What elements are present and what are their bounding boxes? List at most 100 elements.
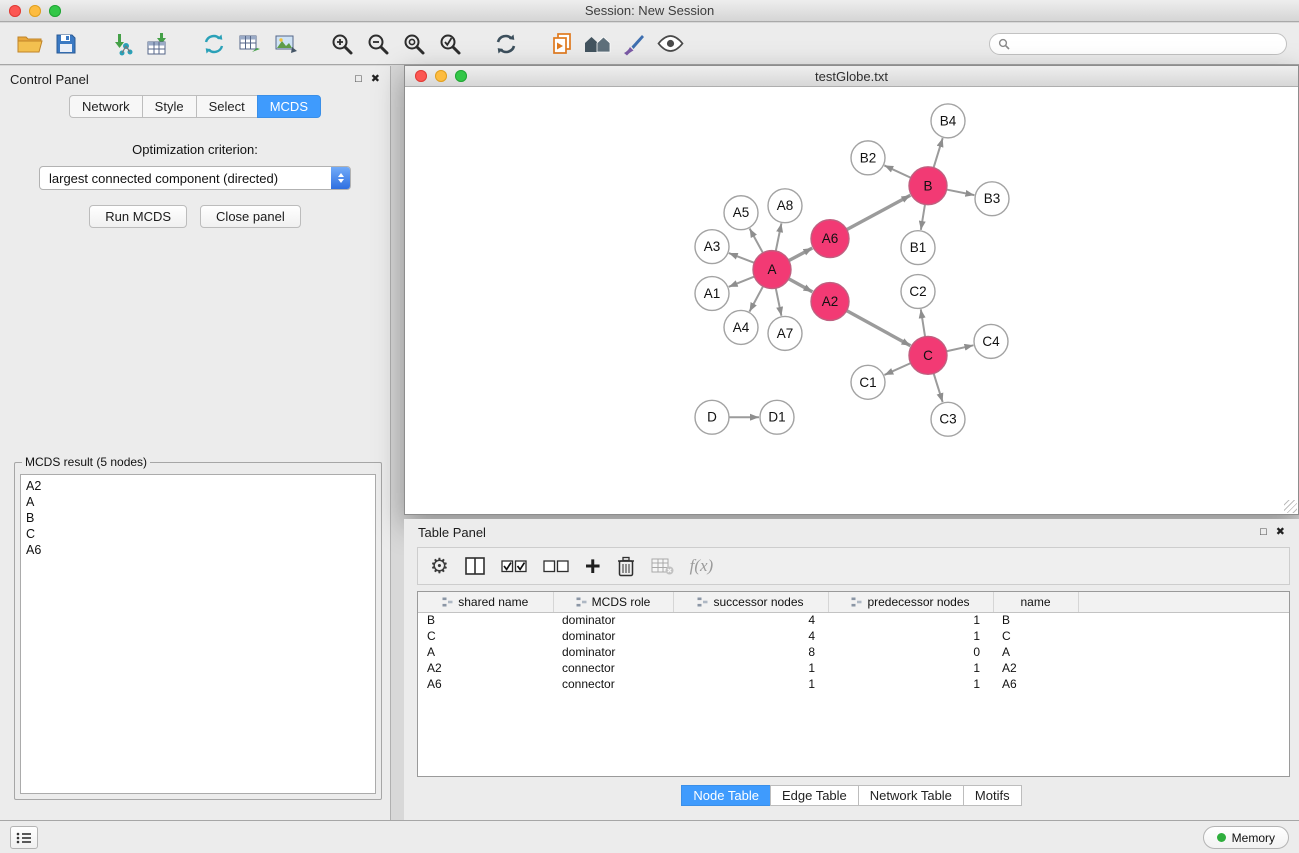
table-row[interactable]: Bdominator41B (418, 612, 1289, 628)
unchecked-boxes-icon (543, 560, 569, 573)
column-header-predecessor-nodes[interactable]: predecessor nodes (828, 592, 993, 612)
open-session-button[interactable] (12, 27, 48, 61)
zoom-selected-button[interactable] (432, 27, 468, 61)
zoom-fit-icon (402, 32, 426, 56)
table-mode-button[interactable]: ⚙ (430, 551, 449, 581)
window-titlebar: Session: New Session (0, 0, 1299, 22)
graph-edge-C-C4[interactable] (947, 345, 974, 351)
graph-edge-C-C1[interactable] (884, 363, 910, 375)
save-session-button[interactable] (48, 27, 84, 61)
tab-mcds[interactable]: MCDS (257, 95, 321, 118)
apply-layout-button[interactable] (488, 27, 524, 61)
manage-networks-button[interactable] (544, 27, 580, 61)
zoom-in-button[interactable] (324, 27, 360, 61)
network-canvas[interactable]: AA1A2A3A4A5A6A7A8BB1B2B3B4CC1C2C3C4DD1 (405, 87, 1298, 514)
graph-edge-A-A2[interactable] (789, 279, 813, 292)
node-table-container[interactable]: shared name MCDS role successor nodes pr… (417, 591, 1290, 777)
graph-edge-C-C3[interactable] (934, 373, 943, 402)
graph-edge-B-B2[interactable] (884, 165, 910, 177)
graph-edge-B-B3[interactable] (947, 190, 975, 196)
graph-edge-A6-B[interactable] (847, 195, 911, 229)
graph-edge-A2-C[interactable] (847, 311, 911, 346)
import-network-button[interactable] (104, 27, 140, 61)
resize-grip[interactable] (1284, 500, 1297, 513)
tab-style[interactable]: Style (142, 95, 196, 118)
run-mcds-button[interactable]: Run MCDS (89, 205, 187, 228)
list-item[interactable]: A6 (26, 542, 370, 558)
search-icon (998, 38, 1010, 50)
column-chooser-button[interactable] (465, 551, 485, 581)
table-row[interactable]: A6connector11A6 (418, 676, 1289, 692)
close-table-panel-icon[interactable]: ✖ (1276, 527, 1285, 538)
memory-status-icon (1217, 833, 1226, 842)
function-builder-button[interactable]: f(x) (690, 551, 714, 581)
tab-network[interactable]: Network (69, 95, 142, 118)
list-item[interactable]: C (26, 526, 370, 542)
network-graph[interactable]: AA1A2A3A4A5A6A7A8BB1B2B3B4CC1C2C3C4DD1 (405, 87, 1298, 514)
column-header-shared-name[interactable]: shared name (418, 592, 553, 612)
add-column-button[interactable]: + (585, 551, 601, 581)
list-icon (16, 831, 32, 845)
memory-label: Memory (1232, 831, 1275, 845)
graph-edge-A-A7[interactable] (776, 288, 782, 316)
import-table-button[interactable] (140, 27, 176, 61)
graph-edge-B-B4[interactable] (934, 138, 943, 168)
graph-edge-A-A8[interactable] (776, 223, 782, 251)
optimization-criterion-select[interactable]: largest connected component (directed) (39, 166, 351, 190)
network-window-titlebar[interactable]: testGlobe.txt (405, 66, 1298, 87)
export-table-button[interactable] (232, 27, 268, 61)
search-input[interactable] (1015, 37, 1278, 51)
column-header-mcds-role[interactable]: MCDS role (553, 592, 673, 612)
tree-icon (442, 597, 453, 607)
tab-edge-table[interactable]: Edge Table (770, 785, 858, 806)
graph-edge-C-C2[interactable] (921, 309, 925, 336)
column-header-empty (1078, 592, 1289, 612)
close-panel-button[interactable]: Close panel (200, 205, 301, 228)
eye-icon (657, 35, 684, 52)
node-table: shared name MCDS role successor nodes pr… (418, 592, 1289, 692)
task-history-button[interactable] (10, 826, 38, 849)
graph-edge-A-A3[interactable] (729, 253, 754, 263)
table-row[interactable]: Adominator80A (418, 644, 1289, 660)
graph-edge-A-A5[interactable] (750, 228, 763, 252)
mcds-result-list[interactable]: A2 A B C A6 (20, 474, 376, 794)
delete-table-button[interactable] (651, 551, 674, 581)
curved-arrows-icon (202, 32, 226, 56)
table-panel: Table Panel □ ✖ ⚙ + f(x) shared name MCD… (404, 519, 1299, 820)
checked-boxes-icon (501, 560, 527, 573)
export-image-button[interactable] (268, 27, 304, 61)
network-overview-button[interactable] (580, 27, 616, 61)
table-header-row: shared name MCDS role successor nodes pr… (418, 592, 1289, 612)
zoom-fit-button[interactable] (396, 27, 432, 61)
column-header-successor-nodes[interactable]: successor nodes (673, 592, 828, 612)
float-table-panel-icon[interactable]: □ (1260, 527, 1267, 538)
float-panel-icon[interactable]: □ (355, 74, 362, 85)
apply-style-button[interactable] (616, 27, 652, 61)
tab-network-table[interactable]: Network Table (858, 785, 963, 806)
list-item[interactable]: A (26, 494, 370, 510)
control-panel-header: Control Panel □ ✖ (0, 66, 390, 92)
select-all-button[interactable] (501, 551, 527, 581)
graph-edge-B-B1[interactable] (921, 204, 925, 229)
list-item[interactable]: B (26, 510, 370, 526)
graph-node-label: C1 (859, 375, 876, 390)
list-item[interactable]: A2 (26, 478, 370, 494)
graph-edge-A-A6[interactable] (789, 248, 813, 261)
search-box[interactable] (989, 33, 1287, 55)
graphics-details-button[interactable] (652, 27, 688, 61)
zoom-out-button[interactable] (360, 27, 396, 61)
table-row[interactable]: A2connector11A2 (418, 660, 1289, 676)
table-row[interactable]: Cdominator41C (418, 628, 1289, 644)
clone-network-button[interactable] (196, 27, 232, 61)
tab-node-table[interactable]: Node Table (681, 785, 770, 806)
tab-motifs[interactable]: Motifs (963, 785, 1022, 806)
graph-node-label: A1 (704, 286, 721, 301)
delete-column-button[interactable] (617, 551, 635, 581)
deselect-all-button[interactable] (543, 551, 569, 581)
column-header-name[interactable]: name (993, 592, 1078, 612)
tab-select[interactable]: Select (196, 95, 257, 118)
graph-edge-A-A4[interactable] (749, 286, 763, 311)
memory-button[interactable]: Memory (1203, 826, 1289, 849)
close-panel-icon[interactable]: ✖ (371, 74, 380, 85)
graph-edge-A-A1[interactable] (729, 277, 755, 287)
